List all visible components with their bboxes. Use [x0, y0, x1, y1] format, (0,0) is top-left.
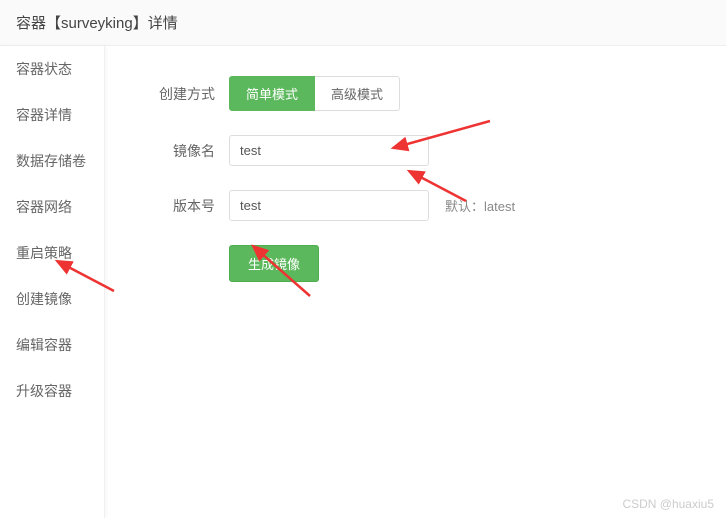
sidebar-item-upgrade[interactable]: 升级容器	[0, 368, 104, 414]
label-version: 版本号	[145, 196, 215, 216]
main-container: 容器状态 容器详情 数据存储卷 容器网络 重启策略 创建镜像 编辑容器 升级容器…	[0, 46, 726, 518]
content-area: 创建方式 简单模式 高级模式 镜像名 版本号 默认：latest 生成镜像	[105, 46, 726, 518]
page-header: 容器【surveyking】详情	[0, 0, 726, 46]
mode-button-group: 简单模式 高级模式	[229, 76, 400, 111]
page-title: 容器【surveyking】详情	[16, 15, 178, 32]
row-create-mode: 创建方式 简单模式 高级模式	[145, 76, 686, 111]
row-version: 版本号 默认：latest	[145, 190, 686, 221]
mode-simple-button[interactable]: 简单模式	[229, 76, 315, 111]
version-input[interactable]	[229, 190, 429, 221]
version-hint: 默认：latest	[445, 196, 515, 215]
label-image-name: 镜像名	[145, 141, 215, 161]
row-image-name: 镜像名	[145, 135, 686, 166]
generate-image-button[interactable]: 生成镜像	[229, 245, 319, 282]
sidebar-item-network[interactable]: 容器网络	[0, 184, 104, 230]
label-create-mode: 创建方式	[145, 84, 215, 104]
sidebar-item-edit[interactable]: 编辑容器	[0, 322, 104, 368]
sidebar-item-detail[interactable]: 容器详情	[0, 92, 104, 138]
row-submit: 生成镜像	[145, 245, 686, 282]
image-name-input[interactable]	[229, 135, 429, 166]
mode-advanced-button[interactable]: 高级模式	[315, 76, 400, 111]
sidebar-item-restart[interactable]: 重启策略	[0, 230, 104, 276]
sidebar-item-volume[interactable]: 数据存储卷	[0, 138, 104, 184]
sidebar-item-status[interactable]: 容器状态	[0, 46, 104, 92]
watermark: CSDN @huaxiu5	[622, 497, 714, 511]
sidebar-item-create-image[interactable]: 创建镜像	[0, 276, 104, 322]
sidebar: 容器状态 容器详情 数据存储卷 容器网络 重启策略 创建镜像 编辑容器 升级容器	[0, 46, 105, 518]
